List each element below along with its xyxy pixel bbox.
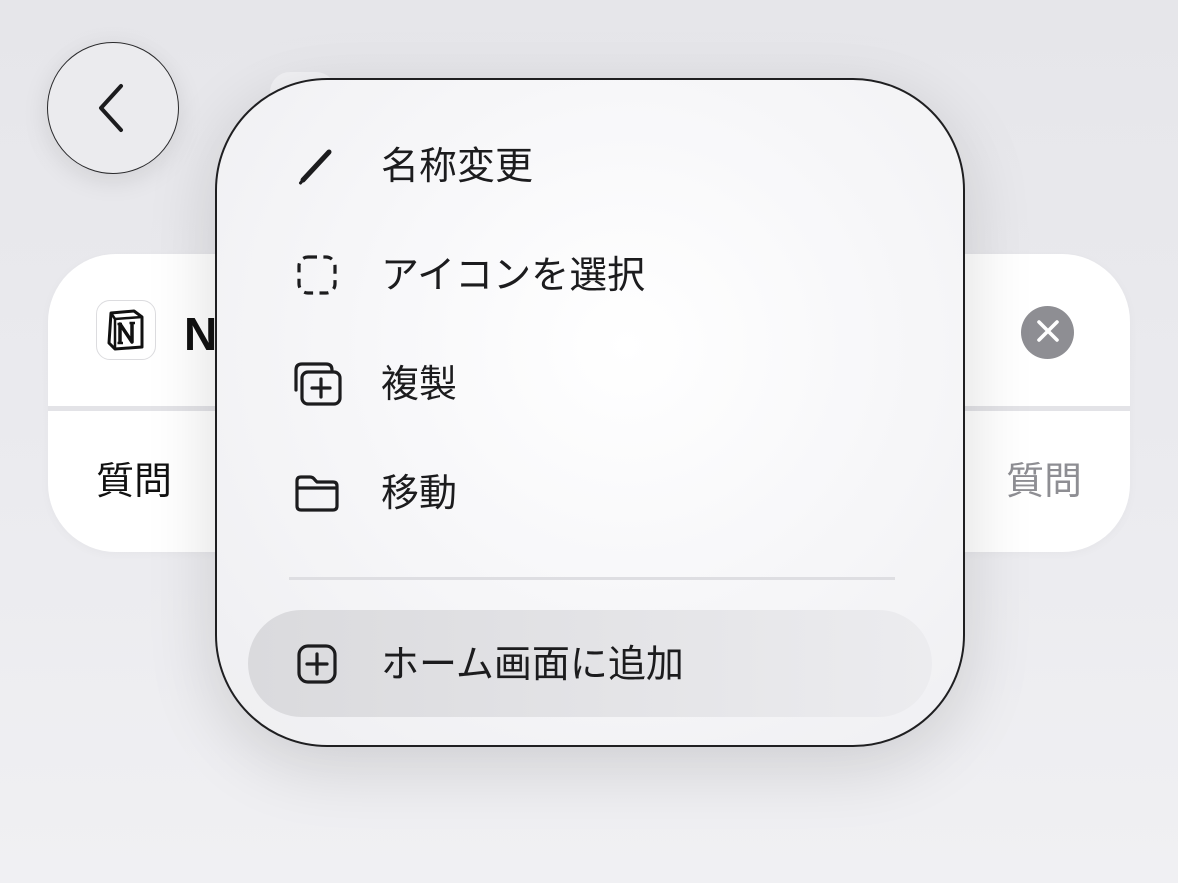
- notion-icon[interactable]: [96, 300, 156, 360]
- back-button[interactable]: [47, 42, 179, 174]
- folder-icon: [289, 465, 345, 521]
- chevron-left-icon: [93, 82, 133, 134]
- menu-item-label: ホーム画面に追加: [381, 641, 684, 686]
- menu-item-label: 名称変更: [381, 144, 534, 188]
- menu-item-label: 複製: [381, 362, 458, 406]
- menu-item-duplicate[interactable]: 複製: [217, 334, 963, 434]
- menu-item-label: 移動: [381, 471, 458, 515]
- menu-item-choose-icon[interactable]: アイコンを選択: [217, 225, 963, 325]
- menu-separator: [289, 577, 895, 580]
- pencil-icon: [289, 138, 345, 194]
- question-value[interactable]: 質問: [1006, 454, 1082, 508]
- plus-square-icon: [289, 636, 345, 692]
- menu-item-move[interactable]: 移動: [217, 443, 963, 543]
- menu-item-add-to-home-screen[interactable]: ホーム画面に追加: [248, 610, 932, 717]
- dashed-square-icon: [289, 247, 345, 303]
- context-menu: 名称変更 アイコンを選択 複製 移動 ホーム画面に追加: [215, 78, 965, 747]
- question-label: 質問: [96, 459, 173, 503]
- menu-item-rename[interactable]: 名称変更: [217, 116, 963, 216]
- close-icon: [1036, 319, 1060, 347]
- clear-button[interactable]: [1021, 306, 1074, 359]
- shortcut-title: N: [184, 308, 218, 360]
- duplicate-icon: [289, 356, 345, 412]
- menu-item-label: アイコンを選択: [381, 253, 646, 297]
